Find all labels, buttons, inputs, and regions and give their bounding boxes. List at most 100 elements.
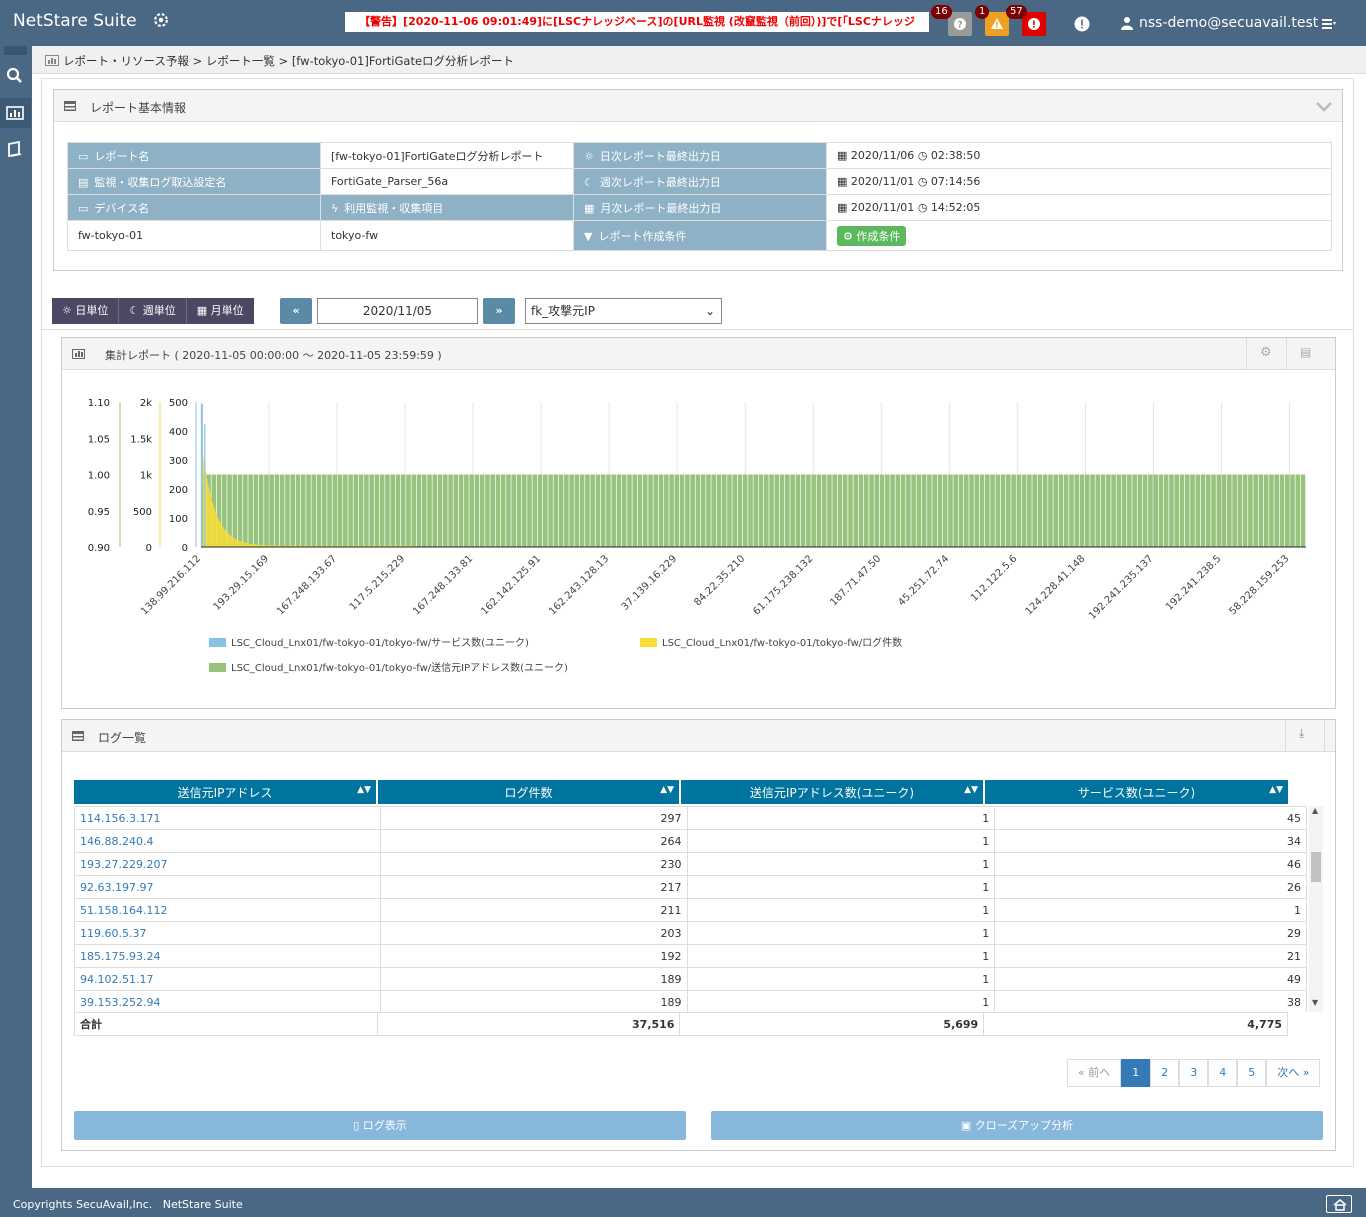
cell-src-ip[interactable]: 51.158.164.112 [74,898,381,922]
report-item-select[interactable]: fk_攻撃元IP ⌄ [525,298,722,324]
pager-page-2[interactable]: 2 [1150,1059,1180,1087]
weekly-button[interactable]: ☾ 週単位 [119,298,187,324]
chart-settings-button[interactable]: ⚙ [1246,338,1286,370]
x-tick-label: 112.122.5.6 [969,553,1020,604]
green-series-bar [1195,474,1201,547]
pagination: « 前へ 1 2 3 4 5 次へ » [1067,1059,1321,1087]
chart-pdf-button[interactable]: ▤ [1286,338,1326,370]
menu-list-icon[interactable] [1322,18,1336,30]
green-series-bar [1237,474,1243,547]
report-info-header[interactable]: レポート基本情報 [54,90,1342,122]
green-series-bar [737,474,743,547]
pager-page-4[interactable]: 4 [1208,1059,1238,1087]
green-series-bar [469,474,474,547]
green-series-bar [732,474,738,547]
warning-status-button[interactable] [985,12,1009,36]
cell-unique-src: 1 [686,967,996,991]
cell-src-ip[interactable]: 146.88.240.4 [74,829,381,853]
user-account-menu[interactable]: nss-demo@secuavail.test [1139,15,1318,31]
chart-panel: 集計レポート ( 2020-11-05 00:00:00 ～ 2020-11-0… [61,337,1336,709]
green-series-bar [895,474,901,547]
green-series-bar [1258,474,1264,547]
condition-button[interactable]: ⚙ 作成条件 [837,225,907,246]
scroll-down-icon[interactable]: ▼ [1312,998,1318,1007]
green-series-bar [369,474,374,547]
green-series-bar [379,474,385,547]
prev-date-button[interactable]: « [280,298,312,324]
report-info-table: ▭ レポート名 [fw-tokyo-01]FortiGateログ分析レポート ☼ 日… [67,142,1332,251]
x-tick-label: 138.99.216.112 [139,553,203,617]
cell-log-count: 297 [379,806,688,830]
green-series-bar [1242,474,1248,547]
sidenav-toggle[interactable] [4,46,27,55]
scrollbar[interactable]: ▲ ▼ [1309,806,1323,1012]
total-log-count: 37,516 [376,1012,681,1036]
log-list-title: ログ一覧 [98,731,147,745]
closeup-analysis-button[interactable]: ▣ クローズアップ分析 [711,1111,1323,1140]
pager-page-1[interactable]: 1 [1121,1059,1151,1087]
green-series-bar [874,474,880,547]
green-series-bar [927,474,932,547]
alert-ticker[interactable]: 【警告】[2020-11-06 09:01:49]に[LSCナレッジベース]の[… [345,12,929,32]
next-date-button[interactable]: » [483,298,515,324]
green-series-bar [243,474,248,547]
green-series-bar [648,474,653,547]
green-series-bar [1027,474,1032,547]
chevron-down-icon[interactable] [1316,100,1332,112]
search-icon[interactable] [5,66,25,86]
info-alert-icon[interactable] [1073,15,1091,33]
green-series-bar [616,474,622,547]
cell-src-ip[interactable]: 185.175.93.24 [74,944,381,968]
green-series-bar [748,474,753,547]
daily-button[interactable]: ☼ 日単位 [52,298,120,324]
unknown-status-button[interactable]: ? [948,12,972,36]
condition-value: ⚙ 作成条件 [826,220,1332,251]
cell-src-ip[interactable]: 94.102.51.17 [74,967,381,991]
table-row: 51.158.164.112 211 1 1 [74,898,1307,922]
scrollbar-thumb[interactable] [1311,852,1321,882]
col-header-log-count[interactable]: ログ件数 ▲▼ [377,780,681,804]
col-header-unique-src[interactable]: 送信元IPアドレス数(ユニーク) ▲▼ [680,780,985,804]
green-series-bar [879,474,885,547]
green-series-bar [1100,474,1106,547]
green-series-bar [516,474,522,547]
date-input[interactable]: 2020/11/05 [317,298,478,324]
col-header-src-ip[interactable]: 送信元IPアドレス ▲▼ [74,780,378,804]
log-table-scroll[interactable]: 114.156.3.171 297 1 45 146.88.240.4 264 1 34 193… [74,806,1323,1012]
monthly-output-label: ▦ 月次レポート最終出力日 [573,194,827,221]
green-series-bar [911,474,916,547]
green-series-bar [274,474,280,547]
home-button[interactable] [1326,1195,1352,1213]
daily-output-label: ☼ 日次レポート最終出力日 [573,142,827,169]
cell-src-ip[interactable]: 92.63.197.97 [74,875,381,899]
col-header-unique-svc[interactable]: サービス数(ユニーク) ▲▼ [984,780,1288,804]
scroll-up-icon[interactable]: ▲ [1312,806,1318,815]
y-tick-label: 1.10 [88,398,110,409]
log-view-button[interactable]: ▯ ログ表示 [74,1111,686,1140]
pager-page-3[interactable]: 3 [1179,1059,1209,1087]
pager-prev[interactable]: « 前へ [1067,1059,1122,1087]
x-tick-label: 58.228.159.253 [1228,553,1292,617]
brand-name[interactable]: NetStare Suite [13,11,137,31]
breadcrumb[interactable]: レポート・リソース予報 > レポート一覧 > [fw-tokyo-01]Fort… [63,53,514,69]
cell-log-count: 264 [379,829,688,853]
pager-page-5[interactable]: 5 [1237,1059,1267,1087]
cell-src-ip[interactable]: 119.60.5.37 [74,921,381,945]
log-book-icon[interactable] [5,140,25,160]
cell-src-ip[interactable]: 193.27.229.207 [74,852,381,876]
monthly-button[interactable]: ▦ 月単位 [186,298,254,324]
pager-next[interactable]: 次へ » [1266,1059,1321,1087]
green-series-bar [606,474,611,547]
calendar-icon: ▦ [837,201,848,214]
green-series-bar [295,474,301,547]
log-download-button[interactable]: ⤓ [1285,720,1325,752]
total-unique-svc: 4,775 [983,1012,1288,1036]
green-series-bar [664,474,669,547]
green-series-bar [258,474,264,547]
green-series-bar [1158,474,1164,547]
blue-series-spike [201,404,203,547]
cell-src-ip[interactable]: 114.156.3.171 [74,806,381,830]
sidenav-report-active[interactable] [0,98,31,128]
green-series-bar [969,474,974,547]
cell-src-ip[interactable]: 39.153.252.94 [74,990,381,1012]
